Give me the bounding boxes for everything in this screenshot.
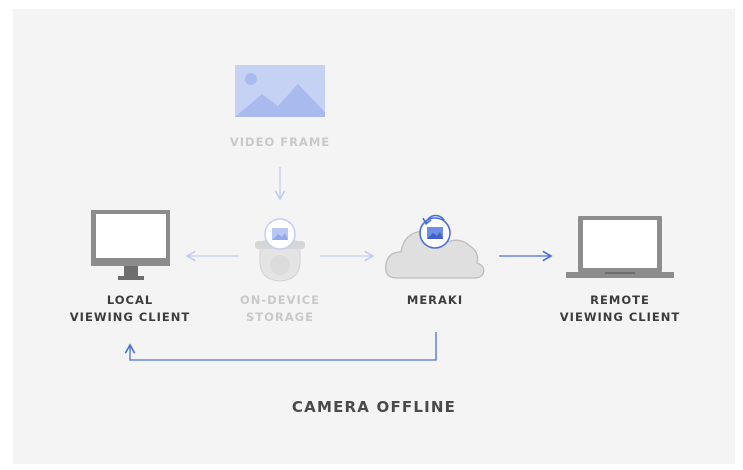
cloud-icon bbox=[385, 217, 485, 279]
arrow-meraki-to-local bbox=[124, 332, 437, 361]
laptop-icon bbox=[566, 216, 674, 278]
diagram-caption: CAMERA OFFLINE bbox=[291, 398, 457, 416]
camera-icon bbox=[255, 218, 305, 282]
meraki-label: MERAKI bbox=[406, 293, 464, 307]
remote-client-label: REMOTE VIEWING CLIENT bbox=[559, 293, 681, 324]
video-frame-label: VIDEO FRAME bbox=[229, 135, 331, 149]
monitor-icon bbox=[91, 210, 170, 280]
local-client-label: LOCAL VIEWING CLIENT bbox=[69, 293, 191, 324]
video-frame-image-icon bbox=[235, 65, 325, 117]
on-device-storage-label: ON-DEVICE STORAGE bbox=[239, 293, 321, 324]
